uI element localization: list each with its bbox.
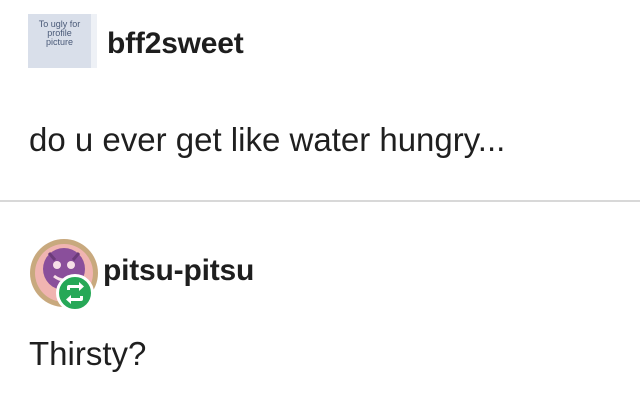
post-text: Thirsty?	[29, 335, 147, 372]
avatar[interactable]: To ugly for profile picture	[28, 14, 97, 68]
post-bff2sweet: To ugly for profile picture bff2sweet do…	[0, 0, 640, 200]
reblog-icon	[56, 274, 94, 312]
username[interactable]: bff2sweet	[107, 27, 244, 61]
username[interactable]: pitsu-pitsu	[103, 254, 254, 288]
post-text: do u ever get like water hungry...	[29, 121, 506, 158]
post-pitsu-pitsu: pitsu-pitsu Thirsty?	[0, 202, 640, 419]
avatar-edge	[91, 14, 97, 68]
avatar-caption-line: picture	[45, 37, 73, 47]
